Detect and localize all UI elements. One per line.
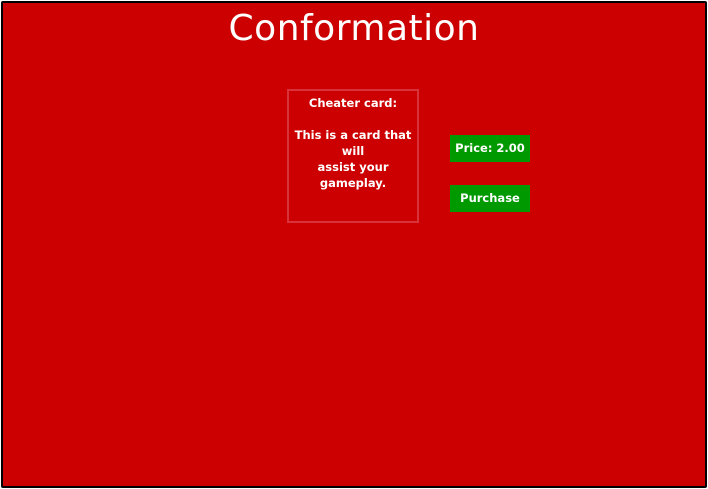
card-description: This is a card that will assist your gam… (289, 127, 417, 191)
item-card: Cheater card: This is a card that will a… (287, 89, 419, 223)
purchase-button[interactable]: Purchase (450, 185, 530, 212)
card-description-line: This is a card that (294, 128, 412, 142)
confirmation-panel: Conformation Cheater card: This is a car… (1, 1, 707, 488)
card-name: Cheater card: (308, 96, 398, 110)
card-description-line: will (341, 144, 365, 158)
price-label: Price: 2.00 (450, 135, 530, 162)
card-description-line: gameplay. (319, 176, 387, 190)
card-description-line: assist your (317, 160, 389, 174)
page-title: Conformation (228, 8, 480, 49)
